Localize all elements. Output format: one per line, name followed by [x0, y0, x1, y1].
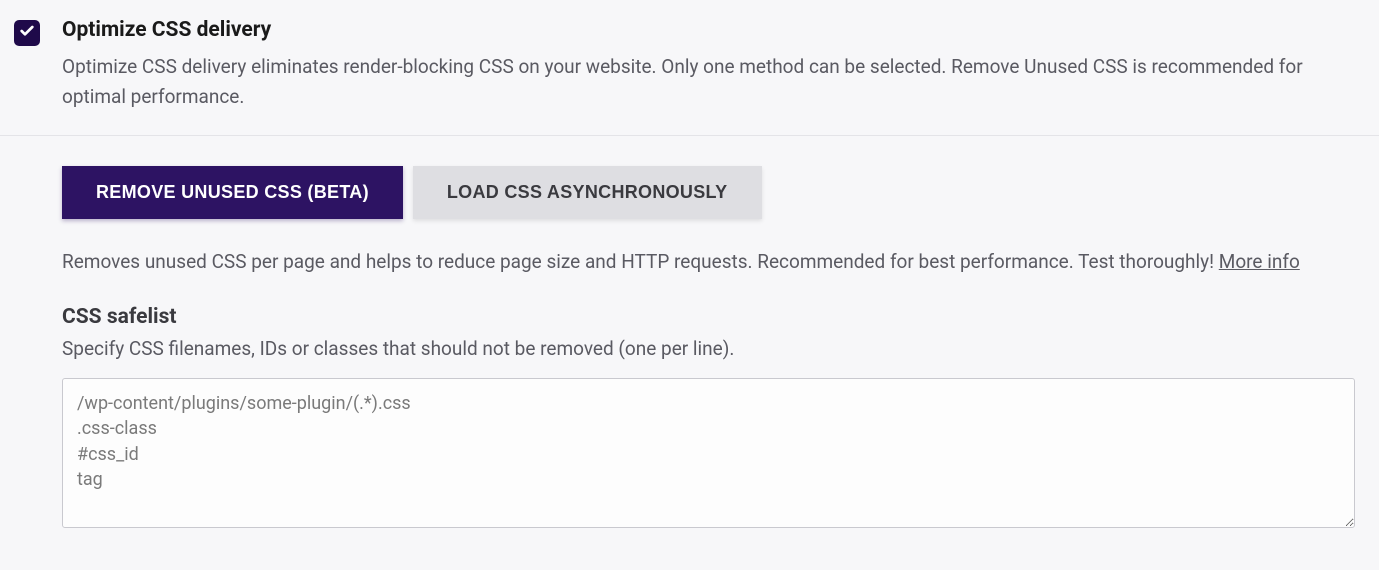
option-content: REMOVE UNUSED CSS (BETA) LOAD CSS ASYNCH… [0, 136, 1379, 532]
checkmark-icon [19, 23, 35, 43]
optimize-css-checkbox[interactable] [14, 20, 40, 46]
header-text-block: Optimize CSS delivery Optimize CSS deliv… [62, 18, 1365, 113]
option-header: Optimize CSS delivery Optimize CSS deliv… [0, 12, 1379, 136]
safelist-description: Specify CSS filenames, IDs or classes th… [62, 337, 1355, 360]
option-title: Optimize CSS delivery [62, 18, 1365, 42]
more-info-link[interactable]: More info [1219, 250, 1300, 273]
method-description-text: Removes unused CSS per page and helps to… [62, 250, 1219, 273]
css-safelist-textarea[interactable] [62, 378, 1355, 528]
remove-unused-css-button[interactable]: REMOVE UNUSED CSS (BETA) [62, 166, 403, 219]
load-css-async-button[interactable]: LOAD CSS ASYNCHRONOUSLY [413, 166, 762, 219]
option-description: Optimize CSS delivery eliminates render-… [62, 52, 1365, 113]
method-description: Removes unused CSS per page and helps to… [62, 247, 1355, 277]
method-tabs: REMOVE UNUSED CSS (BETA) LOAD CSS ASYNCH… [62, 166, 1355, 219]
safelist-title: CSS safelist [62, 305, 1355, 329]
